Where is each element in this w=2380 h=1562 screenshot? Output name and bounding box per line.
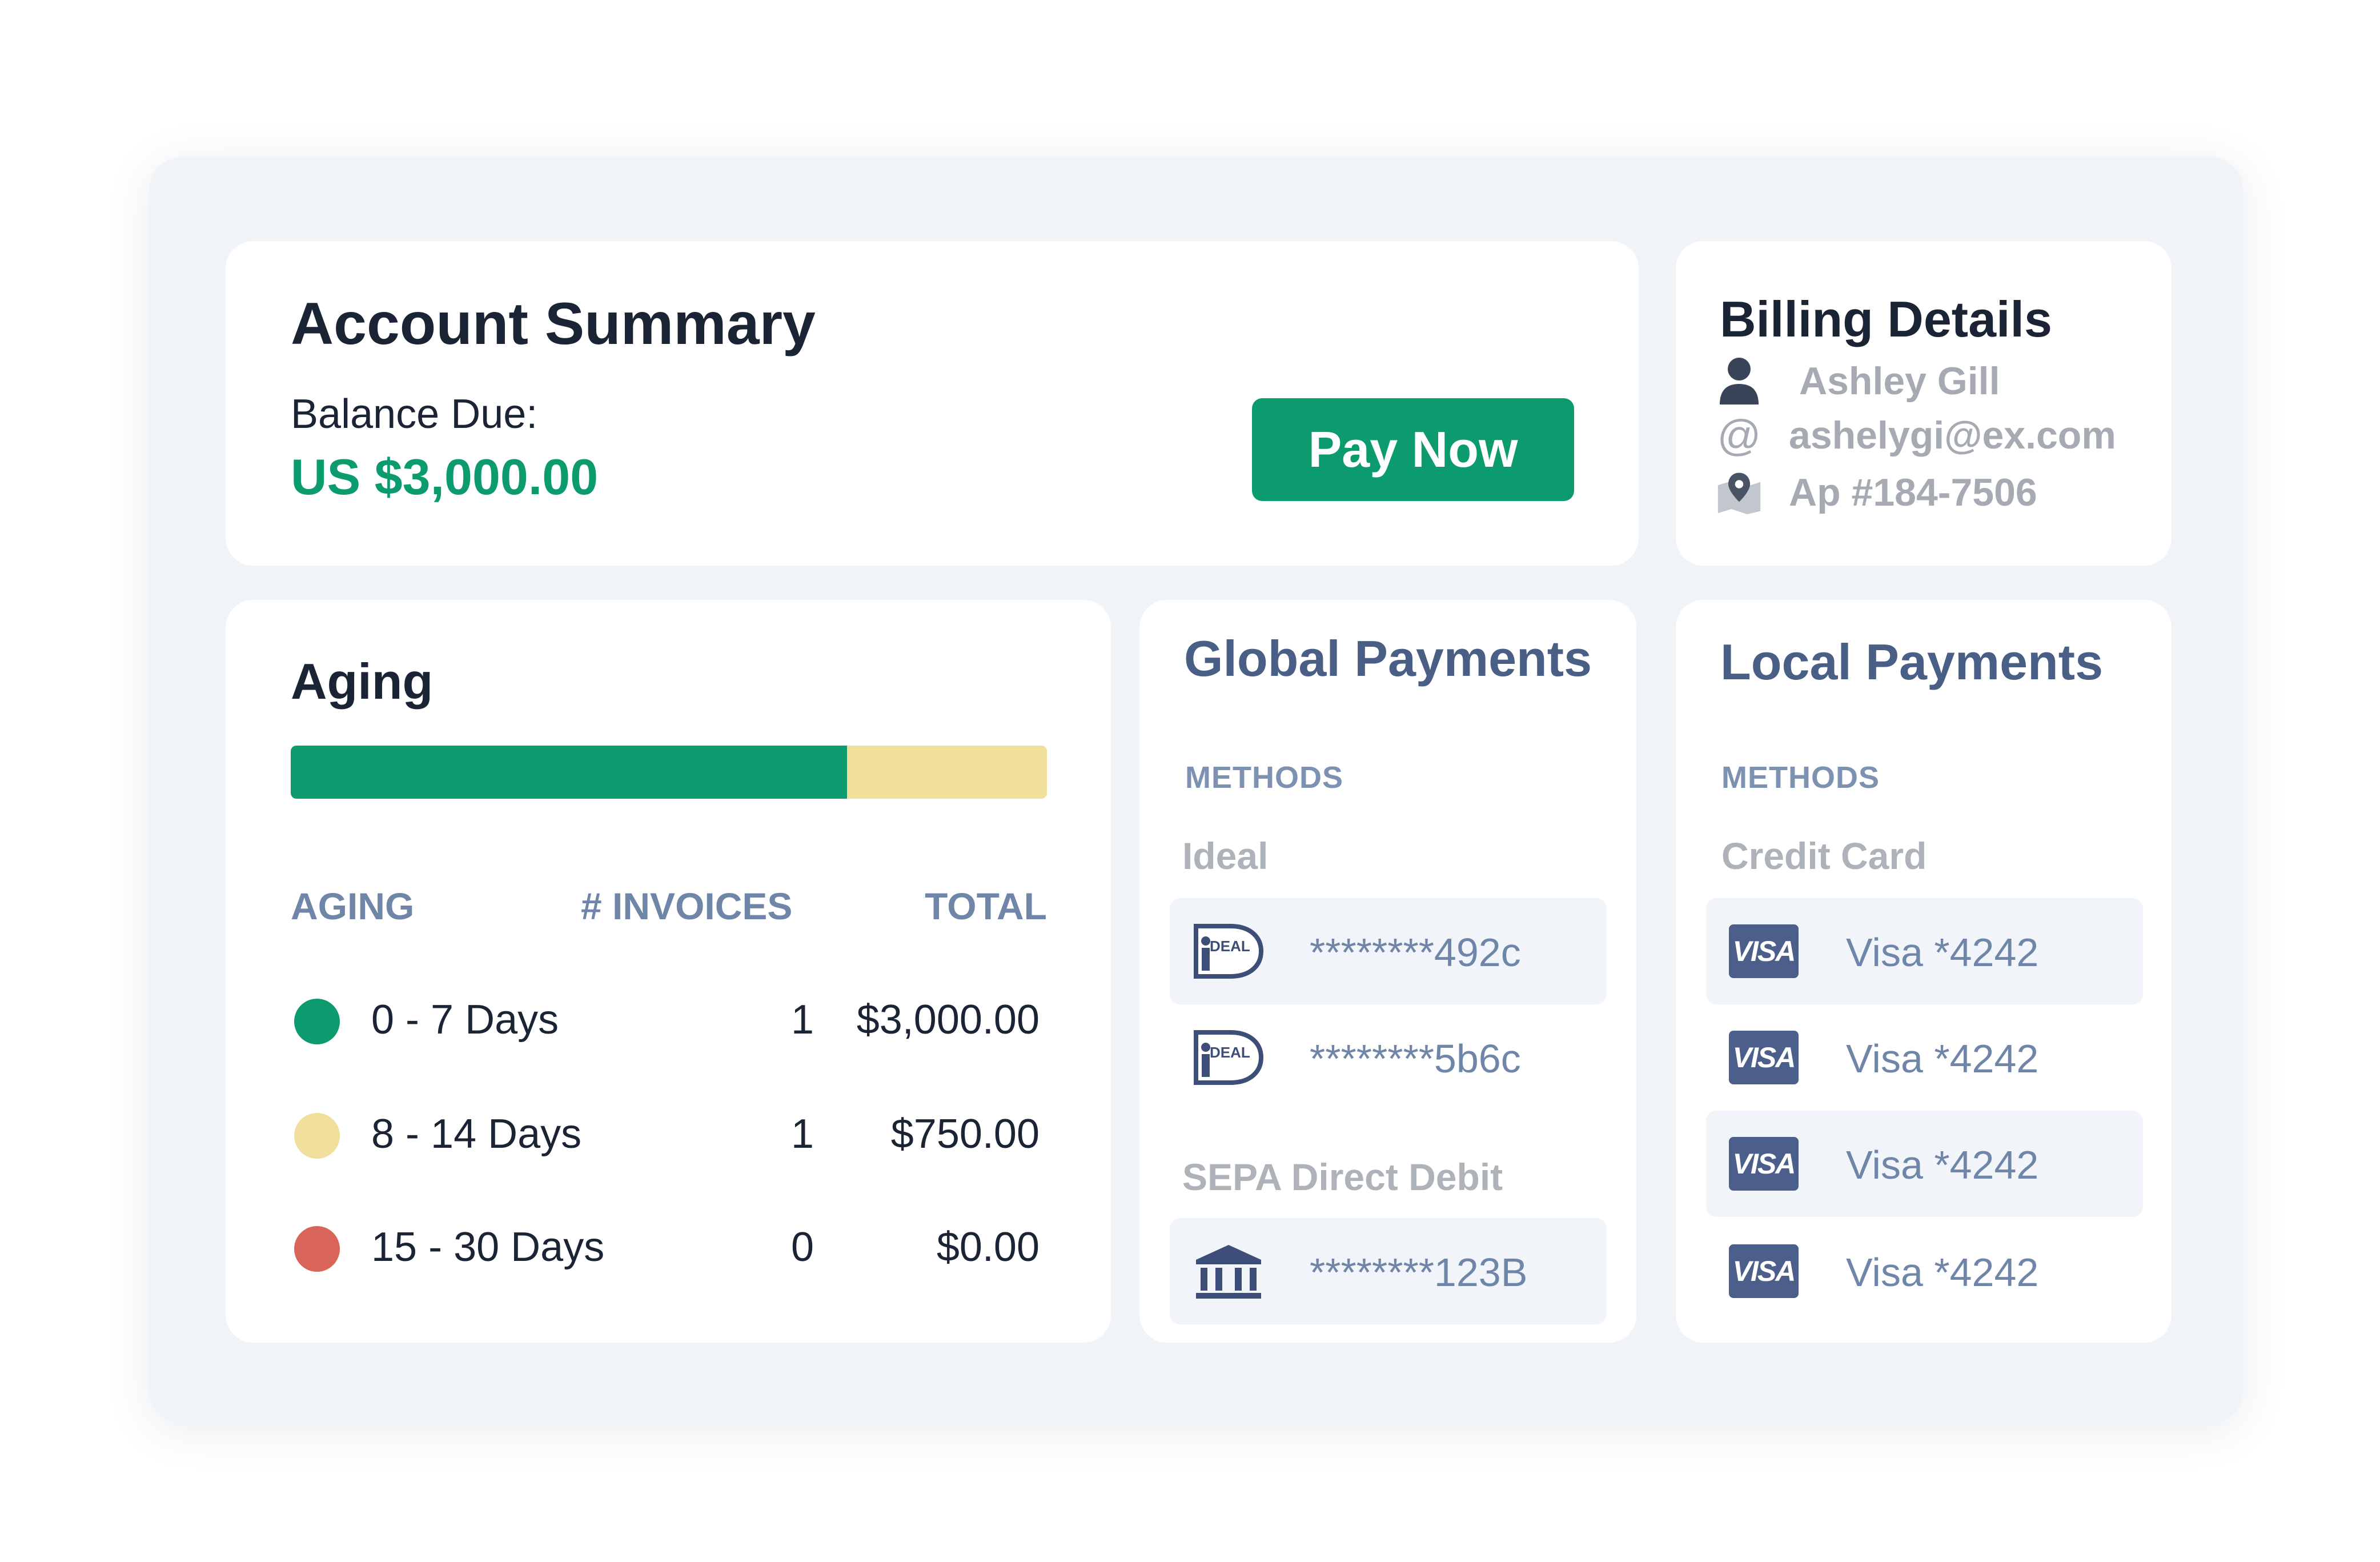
visa-card-icon: VISA — [1729, 1031, 1799, 1084]
pay-now-button[interactable]: Pay Now — [1252, 398, 1574, 501]
aging-invoice-count: 1 — [790, 1111, 814, 1157]
aging-bar-green-segment — [291, 746, 848, 799]
ideal-logo-text: DEAL — [1210, 938, 1250, 955]
aging-invoice-count: 0 — [790, 1224, 814, 1270]
aging-status-dot — [294, 999, 340, 1044]
credit-card-row[interactable]: VISA Visa *4242 — [1706, 1218, 2143, 1324]
aging-status-dot — [294, 1113, 340, 1159]
credit-card-row[interactable]: VISA Visa *4242 — [1706, 898, 2143, 1004]
bank-icon — [1196, 1245, 1261, 1299]
card-label: Visa *4242 — [1846, 930, 2039, 975]
credit-card-row[interactable]: VISA Visa *4242 — [1706, 1111, 2143, 1217]
aging-row: 15 - 30 Days 0 $0.00 — [226, 1216, 1111, 1279]
total-column-header: TOTAL — [925, 885, 1047, 927]
user-icon — [1717, 355, 1761, 407]
aging-row: 0 - 7 Days 1 $3,000.00 — [226, 988, 1111, 1051]
account-summary-title: Account Summary — [291, 291, 816, 357]
aging-total: $750.00 — [890, 1111, 1040, 1157]
map-pin-icon — [1717, 467, 1761, 518]
local-payments-title: Local Payments — [1720, 634, 2104, 690]
billing-email-row: @ ashelygi@ex.com — [1717, 410, 2116, 461]
card-label: Visa *4242 — [1846, 1143, 2039, 1187]
aging-range: 0 - 7 Days — [371, 997, 559, 1043]
aging-range: 8 - 14 Days — [371, 1111, 582, 1157]
aging-column-header: AGING — [291, 885, 415, 927]
billing-email: ashelygi@ex.com — [1789, 414, 2116, 457]
visa-card-icon: VISA — [1729, 1244, 1799, 1298]
aging-total: $3,000.00 — [856, 997, 1040, 1043]
card-label: Visa *4242 — [1846, 1036, 2039, 1081]
invoices-column-header: # INVOICES — [581, 885, 793, 927]
ideal-masked-number: ********5b6c — [1310, 1036, 1521, 1081]
global-payments-card: Global Payments METHODS Ideal DEAL *****… — [1139, 600, 1636, 1343]
ideal-group-label: Ideal — [1182, 835, 1269, 877]
billing-address-row: Ap #184-7506 — [1717, 467, 2037, 518]
aging-range: 15 - 30 Days — [371, 1224, 605, 1270]
account-summary-card: Account Summary Balance Due: US $3,000.0… — [226, 241, 1639, 566]
balance-due-label: Balance Due: — [291, 391, 538, 437]
billing-details-card: Billing Details Ashley Gill @ ashelygi@e… — [1676, 241, 2172, 566]
balance-due-amount: US $3,000.00 — [291, 448, 599, 505]
methods-label: METHODS — [1185, 760, 1343, 795]
ideal-masked-number: ********492c — [1310, 930, 1521, 975]
aging-progress-bar — [291, 746, 1047, 799]
aging-status-dot — [294, 1226, 340, 1272]
methods-label: METHODS — [1721, 760, 1880, 795]
ideal-logo-text: DEAL — [1210, 1044, 1250, 1061]
billing-name-row: Ashley Gill — [1717, 355, 2000, 407]
global-payments-title: Global Payments — [1184, 630, 1592, 687]
visa-card-icon: VISA — [1729, 924, 1799, 978]
billing-address: Ap #184-7506 — [1789, 471, 2037, 514]
ideal-method-row[interactable]: DEAL ********5b6c — [1170, 1004, 1607, 1111]
ideal-method-row[interactable]: DEAL ********492c — [1170, 898, 1607, 1004]
aging-row: 8 - 14 Days 1 $750.00 — [226, 1103, 1111, 1166]
aging-total: $0.00 — [936, 1224, 1040, 1270]
aging-bar-yellow-segment — [847, 746, 1047, 799]
billing-details-title: Billing Details — [1720, 291, 2052, 347]
at-icon: @ — [1717, 411, 1761, 460]
local-payments-card: Local Payments METHODS Credit Card VISA … — [1676, 600, 2172, 1343]
ideal-icon: DEAL — [1194, 1030, 1264, 1085]
billing-name: Ashley Gill — [1799, 359, 2000, 403]
aging-invoice-count: 1 — [790, 997, 814, 1043]
credit-card-row[interactable]: VISA Visa *4242 — [1706, 1004, 2143, 1111]
billing-dashboard-panel: Account Summary Balance Due: US $3,000.0… — [150, 157, 2243, 1423]
aging-title: Aging — [291, 653, 434, 710]
card-label: Visa *4242 — [1846, 1250, 2039, 1295]
sepa-method-row[interactable]: ********123B — [1170, 1218, 1607, 1324]
ideal-icon: DEAL — [1194, 924, 1264, 979]
aging-card: Aging AGING # INVOICES TOTAL 0 - 7 Days … — [226, 600, 1111, 1343]
credit-card-group-label: Credit Card — [1721, 835, 1927, 877]
sepa-group-label: SEPA Direct Debit — [1182, 1156, 1503, 1198]
sepa-masked-number: ********123B — [1310, 1250, 1528, 1295]
visa-card-icon: VISA — [1729, 1137, 1799, 1191]
